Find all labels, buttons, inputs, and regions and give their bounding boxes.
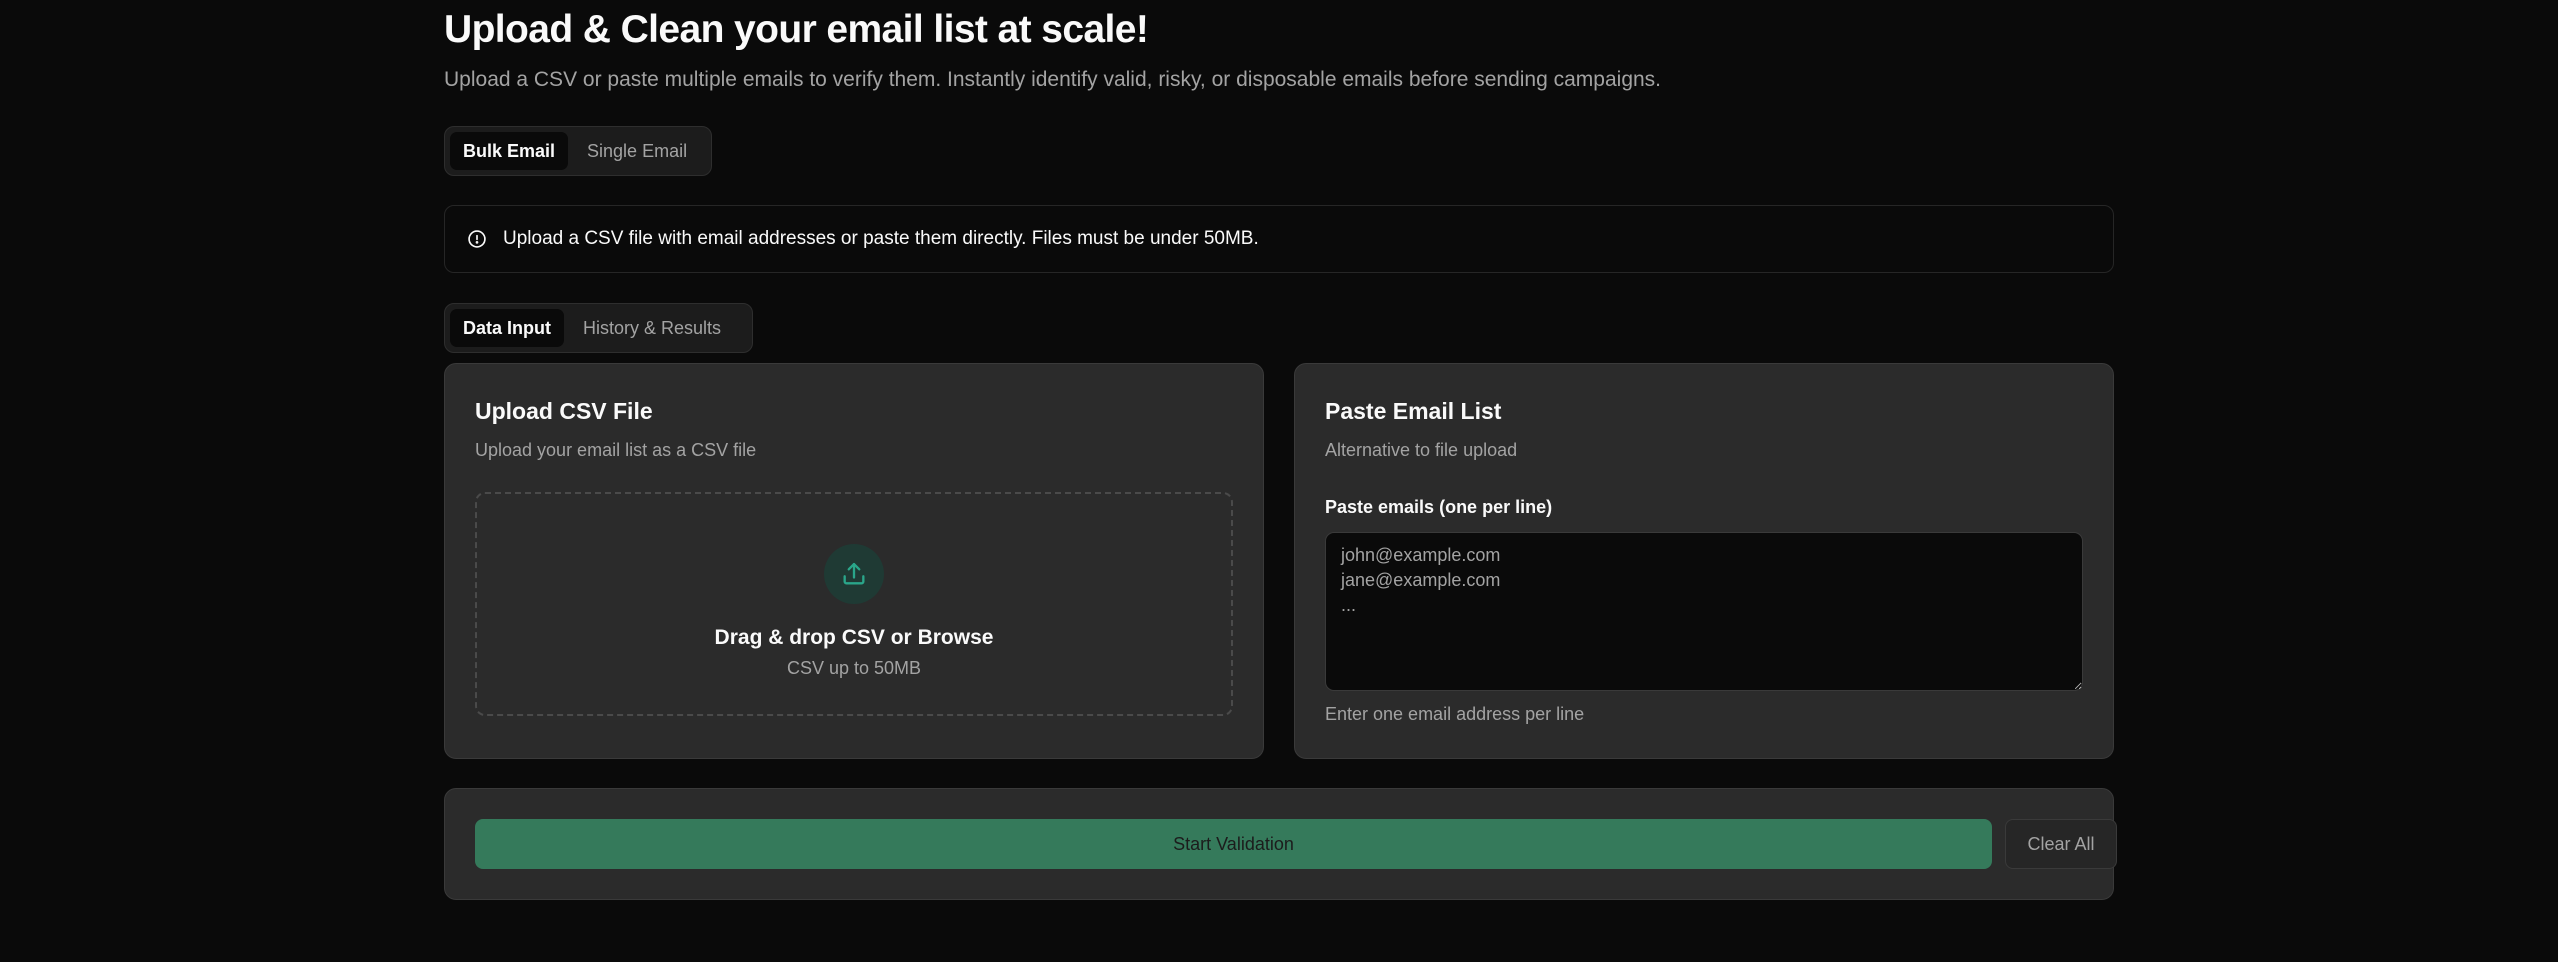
paste-emails-help: Enter one email address per line (1325, 704, 1585, 724)
paste-emails-label: Paste emails (one per line) (1325, 497, 1553, 517)
upload-icon (824, 544, 884, 604)
upload-card-title: Upload CSV File (475, 398, 653, 424)
tab-history-results[interactable]: History & Results (570, 309, 734, 347)
dropzone-main-text: Drag & drop CSV or Browse (714, 626, 994, 649)
paste-email-card: Paste Email List Alternative to file upl… (1294, 363, 2114, 759)
page-title: Upload & Clean your email list at scale! (444, 8, 1149, 51)
action-bar: Start Validation Clear All (444, 788, 2117, 900)
tab-data-input[interactable]: Data Input (450, 309, 564, 347)
start-validation-button[interactable]: Start Validation (475, 819, 1992, 869)
alert-text: Upload a CSV file with email addresses o… (503, 228, 1259, 249)
paste-emails-textarea[interactable] (1325, 532, 2083, 691)
data-tabs: Data Input History & Results (444, 303, 753, 353)
dropzone-sub-text: CSV up to 50MB (786, 658, 922, 678)
upload-csv-card: Upload CSV File Upload your email list a… (444, 363, 1264, 759)
info-circle-icon (467, 229, 487, 249)
paste-card-description: Alternative to file upload (1325, 440, 1518, 460)
info-alert: Upload a CSV file with email addresses o… (444, 205, 2114, 273)
mode-tabs: Bulk Email Single Email (444, 126, 712, 176)
tab-bulk-email[interactable]: Bulk Email (450, 132, 569, 170)
clear-all-button[interactable]: Clear All (2005, 819, 2117, 869)
paste-card-title: Paste Email List (1325, 398, 1502, 424)
upload-card-description: Upload your email list as a CSV file (475, 440, 757, 460)
csv-dropzone[interactable]: Drag & drop CSV or Browse CSV up to 50MB (475, 492, 1233, 716)
tab-single-email[interactable]: Single Email (574, 132, 700, 170)
page-subtitle: Upload a CSV or paste multiple emails to… (444, 68, 1662, 91)
